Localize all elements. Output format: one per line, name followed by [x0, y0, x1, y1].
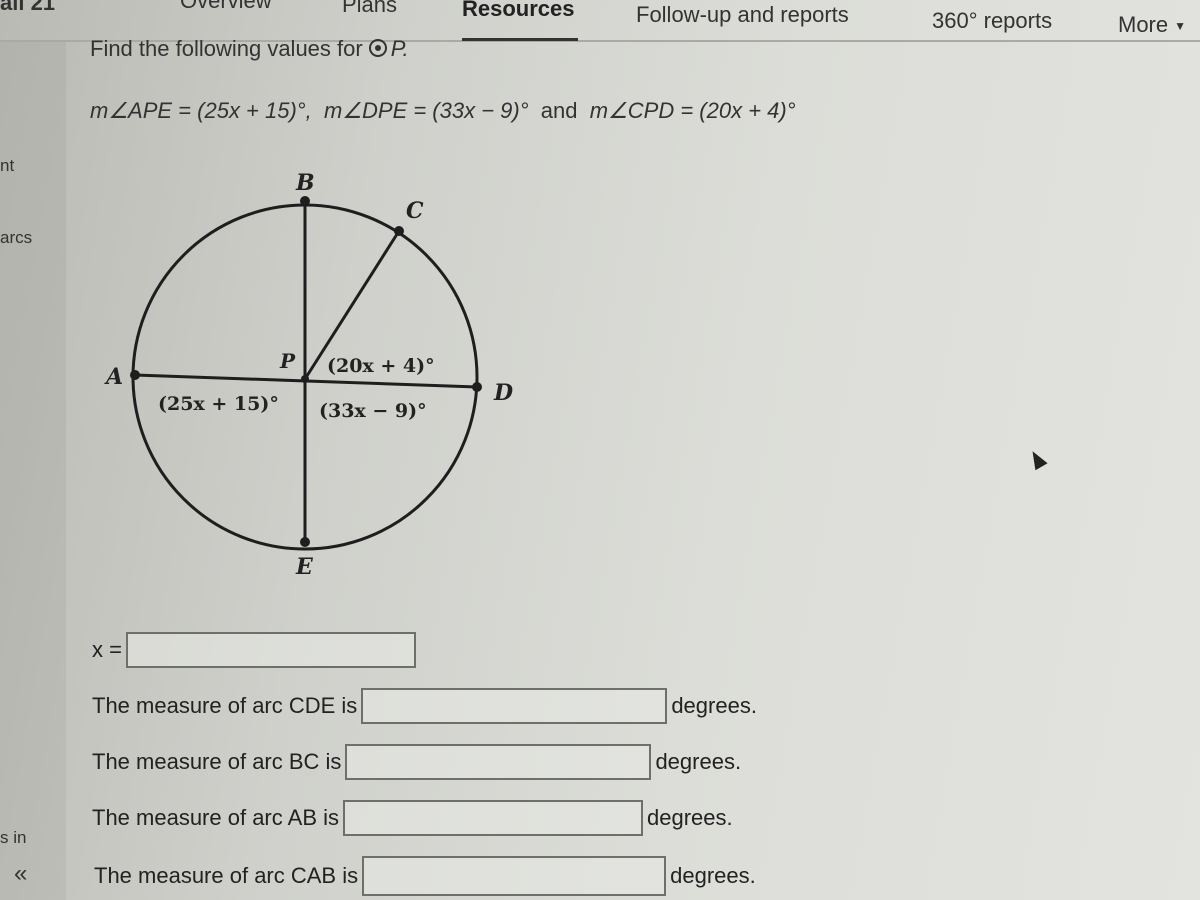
arc-cab-input[interactable] [362, 856, 667, 896]
arc-ab-input[interactable] [343, 800, 643, 836]
arc-cab-row: The measure of arc CAB is degrees. [94, 856, 756, 896]
arc-cde-label: The measure of arc CDE is [92, 693, 358, 718]
sidebar-item-fragment[interactable]: s in [0, 828, 26, 848]
prompt-text: Find the following values for [90, 36, 363, 61]
arc-bc-row: The measure of arc BC is degrees. [92, 744, 741, 780]
tab-plans[interactable]: Plans [342, 0, 397, 18]
arc-cde-row: The measure of arc CDE is degrees. [92, 688, 757, 724]
arc-cab-unit: degrees. [670, 863, 756, 888]
circle-symbol-icon [368, 39, 387, 57]
tab-resources[interactable]: Resources [462, 0, 575, 22]
more-label: More [1118, 12, 1169, 37]
tab-360-reports[interactable]: 360° reports [932, 8, 1052, 34]
circle-name: P. [390, 36, 409, 61]
tab-overview[interactable]: Overview [180, 0, 272, 14]
collapse-sidebar-icon[interactable]: « [14, 860, 27, 888]
label-a: A [104, 364, 123, 390]
arc-ab-label: The measure of arc AB is [92, 805, 339, 830]
circle-diagram: B C A D E P (20x + 4)° (25x + 15)° (33x … [104, 170, 513, 580]
equation-cpd: m∠CPD = (20x + 4)° [589, 98, 796, 123]
x-answer-row: x = [92, 632, 420, 668]
angle-cpd-label: (20x + 4)° [327, 355, 435, 377]
mouse-pointer-icon [1026, 447, 1048, 471]
question-prompt: Find the following values for P. [90, 36, 409, 62]
point-e [300, 537, 310, 547]
sidebar-item-fragment[interactable]: nt [0, 156, 14, 176]
label-p: P [279, 349, 296, 373]
arc-ab-row: The measure of arc AB is degrees. [92, 800, 733, 836]
tab-more[interactable]: More ▼ [1118, 12, 1186, 38]
sidebar-item-arcs[interactable]: arcs [0, 228, 32, 248]
arc-cde-input[interactable] [361, 688, 668, 724]
label-c: C [406, 198, 424, 224]
label-e: E [295, 554, 314, 580]
label-d: D [493, 380, 513, 406]
given-equations: m∠APE = (25x + 15)°, m∠DPE = (33x − 9)° … [90, 98, 796, 124]
equation-conjunction: and [540, 98, 578, 123]
angle-dpe-label: (33x − 9)° [319, 400, 427, 422]
point-b [300, 196, 310, 206]
arc-cab-label: The measure of arc CAB is [94, 863, 359, 888]
arc-bc-unit: degrees. [655, 749, 742, 774]
x-input[interactable] [125, 632, 416, 668]
arc-bc-input[interactable] [345, 744, 652, 780]
arc-bc-label: The measure of arc BC is [92, 749, 342, 774]
point-c [394, 226, 404, 236]
x-label: x = [92, 637, 122, 662]
arc-ab-unit: degrees. [647, 805, 733, 830]
tab-follow-up-and-reports[interactable]: Follow-up and reports [636, 2, 849, 28]
angle-ape-label: (25x + 15)° [158, 393, 279, 415]
label-b: B [295, 170, 315, 196]
arc-cde-unit: degrees. [671, 693, 757, 718]
equation-dpe: m∠DPE = (33x − 9)° [323, 98, 529, 123]
equation-ape: m∠APE = (25x + 15)°, [90, 98, 312, 123]
caret-down-icon: ▼ [1174, 19, 1187, 34]
course-title-fragment: all 21 [0, 0, 56, 15]
point-a [130, 370, 140, 380]
active-tab-indicator [462, 38, 578, 41]
point-p [301, 375, 309, 383]
point-d [472, 382, 482, 392]
